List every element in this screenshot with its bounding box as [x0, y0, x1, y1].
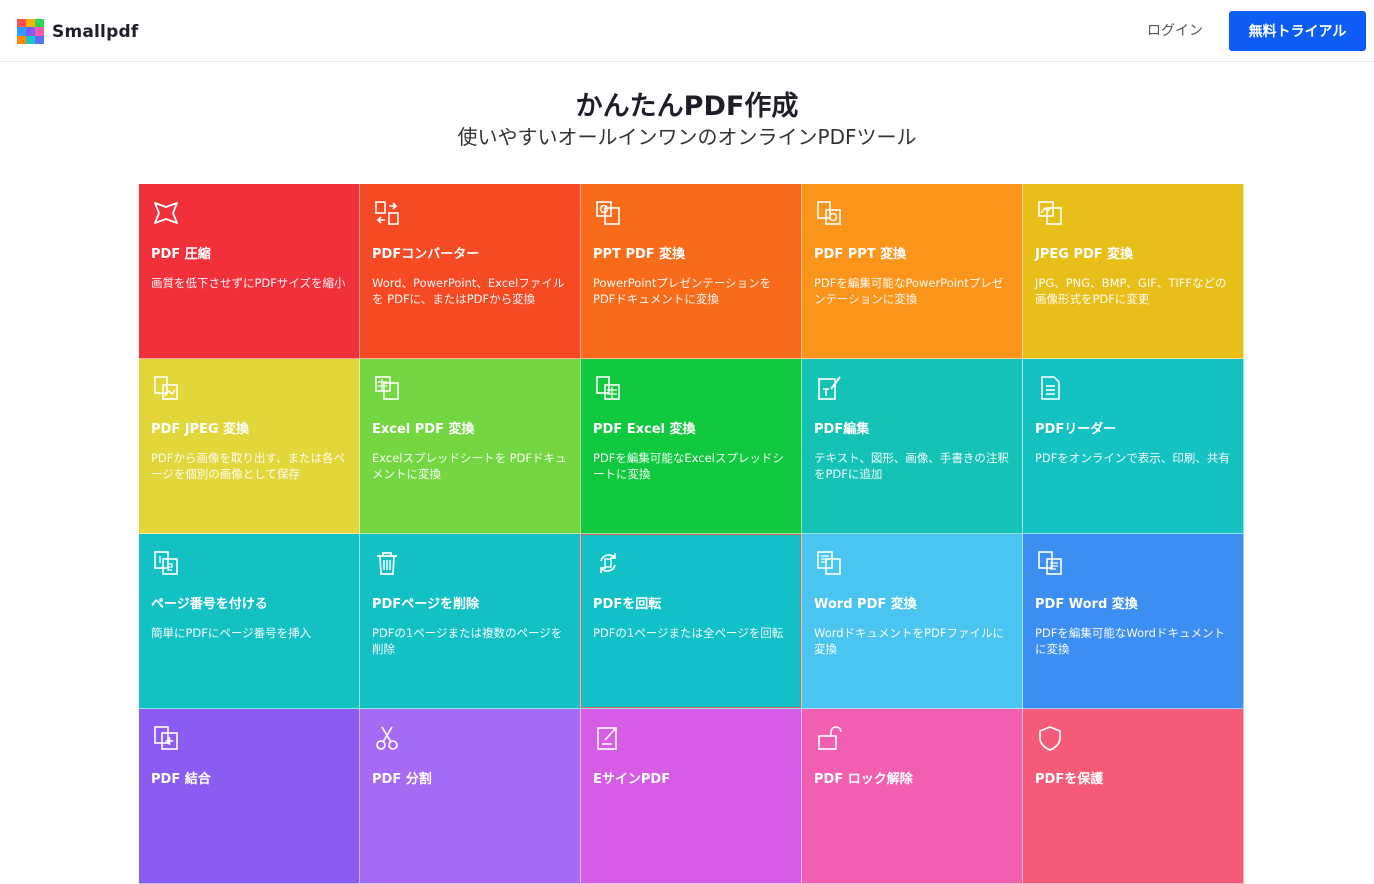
word-to-pdf-icon — [814, 548, 844, 578]
tool-description: PDFを編集可能なPowerPointプレゼンテーションに変換 — [814, 276, 1004, 306]
logo-square — [35, 19, 44, 28]
tool-title: EサインPDF — [593, 772, 671, 787]
tool-description: PDFを編集可能なWordドキュメントに変換 — [1035, 626, 1225, 656]
tool-tile[interactable]: PDF PPT 変換 PDFを編集可能なPowerPointプレゼンテーションに変… — [802, 184, 1023, 359]
top-header: Smallpdf ログイン 無料トライアル — [0, 0, 1374, 62]
tool-title: PDFページを削除 — [372, 597, 479, 612]
esign-icon — [593, 723, 623, 753]
logo-mark-icon — [17, 19, 44, 44]
tool-tile[interactable]: JPEG PDF 変換 JPG、PNG、BMP、GIF、TIFFなどの画像形式をP… — [1023, 184, 1244, 359]
excel-to-pdf-icon — [372, 373, 402, 403]
tool-title: PDF 結合 — [151, 772, 211, 787]
logo-square — [26, 35, 35, 44]
logo-square — [26, 19, 35, 28]
tool-title: PDFコンバーター — [372, 247, 480, 262]
tool-description: Word、PowerPoint、Excelファイルを PDFに、またはPDFから… — [372, 276, 565, 306]
tool-tile[interactable]: PDF 結合 — [139, 709, 360, 884]
tool-title: JPEG PDF 変換 — [1035, 247, 1134, 262]
tool-title: PDF ロック解除 — [814, 772, 913, 787]
edit-pdf-icon — [814, 373, 844, 403]
tool-title: ページ番号を付ける — [151, 597, 268, 612]
merge-icon — [151, 723, 181, 753]
tool-tile[interactable]: Word PDF 変換 WordドキュメントをPDFファイルに変換 — [802, 534, 1023, 709]
tool-tile[interactable]: PDF JPEG 変換 PDFから画像を取り出す、または各ページを個別の画像として… — [139, 359, 360, 534]
jpg-to-pdf-icon — [1035, 198, 1065, 228]
tool-title: PDF Word 変換 — [1035, 597, 1138, 612]
logo-square — [35, 35, 44, 44]
pdf-to-ppt-icon — [814, 198, 844, 228]
login-link[interactable]: ログイン — [1147, 20, 1203, 40]
tool-description: PDFを編集可能なExcelスプレッドシートに変換 — [593, 451, 784, 481]
tool-title: Word PDF 変換 — [814, 597, 917, 612]
tool-title: Excel PDF 変換 — [372, 422, 475, 437]
tool-description: テキスト、図形、画像、手書きの注釈をPDFに追加 — [814, 451, 1009, 481]
page-subtitle: 使いやすいオールインワンのオンラインPDFツール — [457, 125, 917, 149]
tool-description: PDFの1ページまたは全ページを回転 — [593, 626, 784, 640]
tool-tile[interactable]: PDF 分割 — [360, 709, 581, 884]
tool-description: WordドキュメントをPDFファイルに変換 — [814, 626, 1004, 656]
tool-title: PDF Excel 変換 — [593, 422, 696, 437]
tool-title: PDFを回転 — [593, 597, 662, 612]
tool-title: PDF 圧縮 — [151, 247, 211, 262]
convert-icon — [372, 198, 402, 228]
logo-square — [17, 27, 26, 36]
logo-square — [35, 27, 44, 36]
unlock-icon — [814, 723, 844, 753]
tool-tile[interactable]: PDFリーダー PDFをオンラインで表示、印刷、共有 — [1023, 359, 1244, 534]
tool-description: PowerPointプレゼンテーションをPDFドキュメントに変換 — [593, 276, 772, 306]
tool-tile[interactable]: PDFを保護 — [1023, 709, 1244, 884]
pdf-to-excel-icon — [593, 373, 623, 403]
tool-tile[interactable]: PDF ロック解除 — [802, 709, 1023, 884]
tool-tile[interactable]: EサインPDF — [581, 709, 802, 884]
tool-grid: PDF 圧縮画質を低下させずにPDFサイズを縮小 PDFコンバーター Word、Po… — [139, 184, 1244, 884]
pdf-to-word-icon — [1035, 548, 1065, 578]
pdf-to-jpg-icon — [151, 373, 181, 403]
tool-tile[interactable]: PDF Word 変換 PDFを編集可能なWordドキュメントに変換 — [1023, 534, 1244, 709]
tool-tile[interactable]: PDFを回転 PDFの1ページまたは全ページを回転 — [581, 534, 802, 709]
delete-pages-icon — [372, 548, 402, 578]
tool-title: PDF 分割 — [372, 772, 432, 787]
logo-square — [17, 19, 26, 28]
tool-tile[interactable]: ページ番号を付ける簡単にPDFにページ番号を挿入 — [139, 534, 360, 709]
logo-square — [26, 27, 35, 36]
tool-title: PDFを保護 — [1035, 772, 1104, 787]
tool-tile[interactable]: Excel PDF 変換 Excelスプレッドシートを PDFドキュメントに変換 — [360, 359, 581, 534]
tool-title: PDF PPT 変換 — [814, 247, 907, 262]
tool-title: PDF編集 — [814, 422, 870, 437]
tool-description: 画質を低下させずにPDFサイズを縮小 — [151, 276, 346, 290]
pdf-reader-icon — [1035, 373, 1065, 403]
tool-description: PDFをオンラインで表示、印刷、共有 — [1035, 451, 1230, 465]
ppt-to-pdf-icon — [593, 198, 623, 228]
tool-tile[interactable]: PDF Excel 変換 PDFを編集可能なExcelスプレッドシートに変換 — [581, 359, 802, 534]
brand-name: Smallpdf — [52, 21, 139, 42]
rotate-icon — [593, 548, 623, 578]
protect-icon — [1035, 723, 1065, 753]
smallpdf-logo[interactable]: Smallpdf — [17, 19, 138, 44]
tool-tile[interactable]: PDF編集テキスト、図形、画像、手書きの注釈をPDFに追加 — [802, 359, 1023, 534]
tool-description: JPG、PNG、BMP、GIF、TIFFなどの画像形式をPDFに変更 — [1035, 276, 1227, 306]
tool-title: PDF JPEG 変換 — [151, 422, 250, 437]
tool-description: 簡単にPDFにページ番号を挿入 — [151, 626, 312, 640]
tool-tile[interactable]: PDFページを削除 PDFの1ページまたは複数のページを削除 — [360, 534, 581, 709]
tool-description: PDFの1ページまたは複数のページを削除 — [372, 626, 563, 656]
page-numbers-icon — [151, 548, 181, 578]
tool-description: Excelスプレッドシートを PDFドキュメントに変換 — [372, 451, 567, 481]
tool-tile[interactable]: PDF 圧縮画質を低下させずにPDFサイズを縮小 — [139, 184, 360, 359]
tool-description: PDFから画像を取り出す、または各ページを個別の画像として保存 — [151, 451, 345, 481]
tool-tile[interactable]: PPT PDF 変換 PowerPointプレゼンテーションをPDFドキュメントに… — [581, 184, 802, 359]
free-trial-button[interactable]: 無料トライアル — [1229, 11, 1366, 51]
logo-square — [17, 35, 26, 44]
tool-title: PPT PDF 変換 — [593, 247, 686, 262]
split-icon — [372, 723, 402, 753]
tool-title: PDFリーダー — [1035, 422, 1117, 437]
page-title: かんたんPDF作成 — [575, 91, 799, 122]
tool-tile[interactable]: PDFコンバーター Word、PowerPoint、Excelファイルを PDFに… — [360, 184, 581, 359]
compress-icon — [151, 198, 181, 228]
